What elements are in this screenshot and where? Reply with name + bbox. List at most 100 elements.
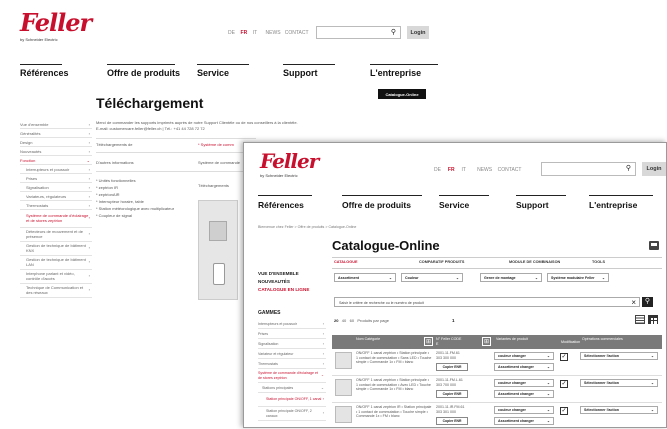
tab-catalogue[interactable]: CATALOGUE [334,260,357,264]
front-login-button[interactable]: Login [642,162,666,176]
expand-icon[interactable]: ⊞ [424,337,433,346]
back-sidebar-subitem[interactable]: Signalisation › [20,183,92,192]
back-sidebar-subitem[interactable]: Interphone parlant et vidéo, contrôle d'… [20,270,92,284]
gammes-subitem[interactable]: Station principale ON/OFF, 2 canaux › [258,407,326,421]
color-change-select[interactable]: couleur changer ⌄ [494,379,554,387]
nav-overview[interactable]: VUE D'ENSEMBLE [258,271,326,276]
gammes-subitem[interactable]: Stations principales ⌄ [258,383,326,393]
product-description[interactable]: ON/OFF 1 canal zeptrion IR • Station pri… [356,405,432,419]
catalog-search-button[interactable]: ⚲ [642,297,653,307]
copy-enr-button[interactable]: Copier ENR [436,417,468,425]
breadcrumb[interactable]: Bienvenue chez Feller > Offre de produit… [258,225,356,229]
back-sidebar-subitem[interactable]: Variateurs, régulateurs › [20,192,92,201]
back-logo[interactable]: Feller [20,8,92,37]
back-doc-thumb[interactable] [198,200,238,300]
table-row[interactable]: ON/OFF 1 canal zeptrion • Station princi… [332,349,662,376]
per-page-20[interactable]: 20 [334,318,338,323]
action-select[interactable]: Sélectionner l'action ⌄ [580,379,658,387]
back-sidebar-item-active[interactable]: Fonction ⌄ [20,156,92,165]
back-sidebar-subitem[interactable]: Interrupteurs et poussoir › [20,165,92,174]
filter-assortment[interactable]: Assortiment ⌄ [334,273,396,282]
search-icon[interactable]: ⚲ [626,164,631,172]
lang-de[interactable]: DE [434,167,441,173]
product-thumbnail[interactable] [335,406,352,423]
product-description[interactable]: ON/OFF 1 canal zeptrion • Station princi… [356,378,432,392]
tab-compare[interactable]: COMPARATIF PRODUITS [419,260,464,264]
col-name[interactable]: Nom Catégorie [356,337,386,342]
color-change-select[interactable]: couleur changer ⌄ [494,406,554,414]
filter-modular-system[interactable]: Système modulaire Feller ⌄ [547,273,609,282]
bullet-item[interactable]: * Unités fonctionnelles [96,178,174,183]
action-select[interactable]: Sélectionner l'action ⌄ [580,352,658,360]
front-nav-support[interactable]: Support [516,200,549,210]
back-row1-value[interactable]: * Système de comm [198,142,234,147]
product-thumbnail[interactable] [335,379,352,396]
gammes-item[interactable]: Prises › [258,329,326,339]
news-link[interactable]: NEWS [477,167,492,173]
gammes-item[interactable]: Signalisation › [258,339,326,349]
assortment-change-select[interactable]: Assortiment changer ⌄ [494,363,554,371]
back-sidebar-item[interactable]: Nouveautés › [20,147,92,156]
lang-de[interactable]: DE [228,30,235,36]
grid-view-icon[interactable] [648,315,658,324]
lang-fr[interactable]: FR [241,30,248,36]
bullet-item[interactable]: * Interrupteur horaire, table [96,199,174,204]
catalog-search-input[interactable]: Saisir le critère de recherche ou le num… [334,297,640,307]
edit-checkbox[interactable]: ✓ [560,380,568,388]
front-logo[interactable]: Feller [260,149,319,173]
news-link[interactable]: NEWS [266,30,281,36]
back-sidebar-subitem[interactable]: Gestion de technique de bâtiment KNX › [20,242,92,256]
front-nav-company[interactable]: L'entreprise [589,200,637,210]
back-sidebar-subitem[interactable]: Technique de Communication et des réseau… [20,284,92,298]
back-search-input[interactable]: ⚲ [316,26,401,39]
back-nav-company[interactable]: L'entreprise [370,68,421,78]
gammes-item[interactable]: Variateur et régulateur › [258,349,326,359]
expand-icon[interactable]: ⊞ [482,337,491,346]
lang-it[interactable]: IT [253,30,257,36]
filter-color[interactable]: Couleur ⌄ [401,273,463,282]
bullet-item[interactable]: * zeptrionAIR [96,192,174,197]
front-search-input[interactable]: ⚲ [541,162,636,176]
print-icon[interactable] [649,241,659,250]
filter-mounting[interactable]: Genre de montage ⌄ [480,273,542,282]
back-sidebar-subitem[interactable]: Prises › [20,174,92,183]
lang-it[interactable]: IT [462,167,466,173]
back-sidebar-subitem[interactable]: Gestion de technique de bâtiment LAN › [20,256,92,270]
front-nav-service[interactable]: Service [439,200,469,210]
copy-enr-button[interactable]: Copier ENR [436,390,468,398]
per-page-40[interactable]: 40 [342,318,346,323]
front-nav-products[interactable]: Offre de produits [342,200,411,210]
back-nav-service[interactable]: Service [197,68,229,78]
gammes-item[interactable]: Thermostats › [258,359,326,369]
back-nav-references[interactable]: Références [20,68,69,78]
nav-news[interactable]: NOUVEAUTÉS [258,279,326,284]
back-catalog-button[interactable]: Catalogue-Online [378,89,426,99]
tab-combination[interactable]: MODULE DE COMBINAISON [509,260,560,264]
color-change-select[interactable]: couleur changer ⌄ [494,352,554,360]
back-login-button[interactable]: Login [407,26,429,39]
lang-fr[interactable]: FR [448,167,455,173]
back-sidebar-subitem[interactable]: Thermostats › [20,201,92,210]
bullet-item[interactable]: * Station météorologique avec multiplica… [96,206,174,211]
search-icon[interactable]: ⚲ [391,28,396,36]
copy-enr-button[interactable]: Copier ENR [436,363,468,371]
contact-link[interactable]: CONTACT [498,167,522,173]
back-nav-products[interactable]: Offre de produits [107,68,180,78]
col-code[interactable]: N° Feller CODE E [436,337,462,346]
back-sidebar-item[interactable]: Généralités › [20,129,92,138]
table-row[interactable]: ON/OFF 1 canal zeptrion • Station princi… [332,376,662,403]
nav-online-catalog[interactable]: CATALOGUE EN LIGNE [258,287,326,292]
per-page-60[interactable]: 60 [350,318,354,323]
back-sidebar-item[interactable]: Design › [20,138,92,147]
product-thumbnail[interactable] [335,352,352,369]
back-sidebar-subitem-active[interactable]: Système de commande d'éclairage et de st… [20,210,92,228]
page-number[interactable]: 1 [452,318,455,323]
col-variants[interactable]: Variantes de produit [496,337,528,341]
assortment-change-select[interactable]: Assortiment changer ⌄ [494,390,554,398]
back-nav-support[interactable]: Support [283,68,318,78]
back-sidebar-subitem[interactable]: Détecteurs de mouvement et de présence › [20,228,92,242]
front-nav-references[interactable]: Références [258,200,304,210]
contact-link[interactable]: CONTACT [285,30,309,36]
assortment-change-select[interactable]: Assortiment changer ⌄ [494,417,554,425]
gammes-subitem-active[interactable]: Station principale ON/OFF, 1 canal › [258,393,326,407]
